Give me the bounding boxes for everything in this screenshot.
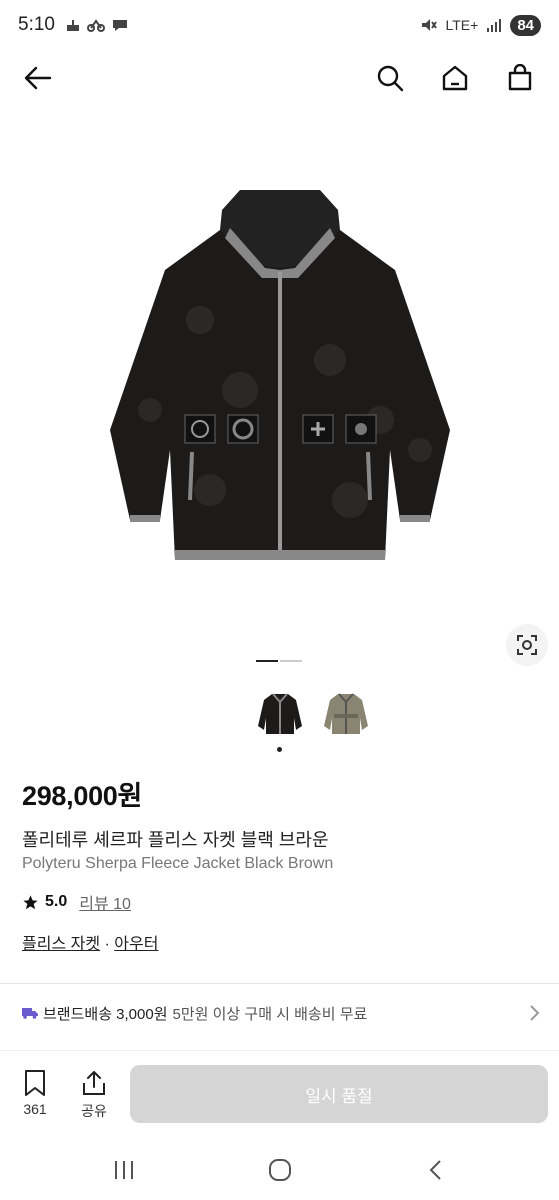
- status-bar: 5:10 LTE+ 84: [0, 0, 559, 50]
- back-system-button[interactable]: [416, 1154, 456, 1186]
- status-right: LTE+ 84: [420, 14, 541, 36]
- lens-icon: [517, 635, 537, 655]
- soldout-button[interactable]: 일시 품절: [130, 1065, 548, 1123]
- cart-button[interactable]: [502, 60, 538, 96]
- home-system-button[interactable]: [260, 1154, 300, 1186]
- notification-icons: [65, 17, 129, 33]
- thumb-black-jacket: [258, 693, 302, 734]
- color-option-black[interactable]: [256, 688, 304, 736]
- pager-active: [256, 660, 278, 662]
- search-icon: [377, 65, 404, 92]
- category-breadcrumb: 플리스 자켓 · 아우터: [22, 930, 158, 954]
- back-button[interactable]: [20, 60, 56, 96]
- category-link-fleece[interactable]: 플리스 자켓: [22, 936, 100, 953]
- product-image[interactable]: [0, 110, 559, 650]
- divider: [0, 983, 559, 984]
- jacket-image: [109, 190, 450, 560]
- rating: 5.0 리뷰 10: [22, 890, 131, 914]
- share-label: 공유: [81, 1103, 107, 1119]
- color-option-brown[interactable]: [322, 688, 370, 736]
- category-link-outer[interactable]: 아우터: [114, 936, 158, 953]
- shipping-condition: 5만원 이상 구매 시 배송비 무료: [172, 1005, 368, 1023]
- battery-level: 84: [510, 14, 541, 36]
- shipping-brand-fee: 브랜드배송 3,000원: [43, 1005, 168, 1023]
- signal-icon: [487, 19, 502, 32]
- product-price: 298,000원: [22, 781, 143, 811]
- system-navigation: [0, 1140, 559, 1200]
- bookmark-icon: [25, 1070, 45, 1096]
- star-icon: [23, 894, 38, 909]
- truck-icon: [22, 1008, 38, 1019]
- product-title-en: Polyteru Sherpa Fleece Jacket Black Brow…: [22, 855, 334, 872]
- home-button[interactable]: [437, 60, 473, 96]
- top-navigation: [0, 50, 559, 106]
- selected-thumb-dot: [277, 747, 282, 752]
- share-icon: [83, 1071, 105, 1095]
- thumb-brown-jacket: [324, 693, 368, 734]
- bookmark-count: 361: [23, 1101, 47, 1117]
- shopping-bag-icon: [508, 64, 532, 91]
- bottom-action-bar: 361 공유 일시 품절: [0, 1050, 559, 1138]
- shipping-info[interactable]: 브랜드배송 3,000원 5만원 이상 구매 시 배송비 무료: [22, 1000, 542, 1026]
- mute-icon: [421, 19, 437, 31]
- category-separator: ·: [100, 936, 115, 953]
- rating-score: 5.0: [45, 893, 68, 910]
- recent-apps-button[interactable]: [104, 1154, 144, 1186]
- bike-icon: [86, 19, 105, 32]
- reviews-link[interactable]: 리뷰 10: [79, 890, 131, 914]
- status-time: 5:10: [18, 14, 55, 35]
- bookmark-button[interactable]: 361: [22, 1069, 48, 1117]
- chat-icon: [112, 20, 127, 31]
- product-title-ko: 폴리테루 셰르파 플리스 자켓 블랙 브라운: [22, 830, 329, 850]
- search-button[interactable]: [372, 60, 408, 96]
- network-label: LTE+: [445, 17, 479, 33]
- image-search-button[interactable]: [506, 624, 548, 666]
- chevron-right-icon: [530, 1005, 540, 1021]
- cake-icon: [66, 20, 79, 31]
- home-icon: [442, 65, 468, 91]
- back-arrow-icon: [24, 66, 52, 90]
- home-circle-icon: [269, 1159, 291, 1181]
- recent-apps-icon: [115, 1161, 133, 1179]
- pager-inactive: [280, 660, 302, 662]
- color-options: [0, 688, 559, 738]
- back-chevron-icon: [429, 1160, 441, 1180]
- share-button[interactable]: 공유: [80, 1069, 108, 1121]
